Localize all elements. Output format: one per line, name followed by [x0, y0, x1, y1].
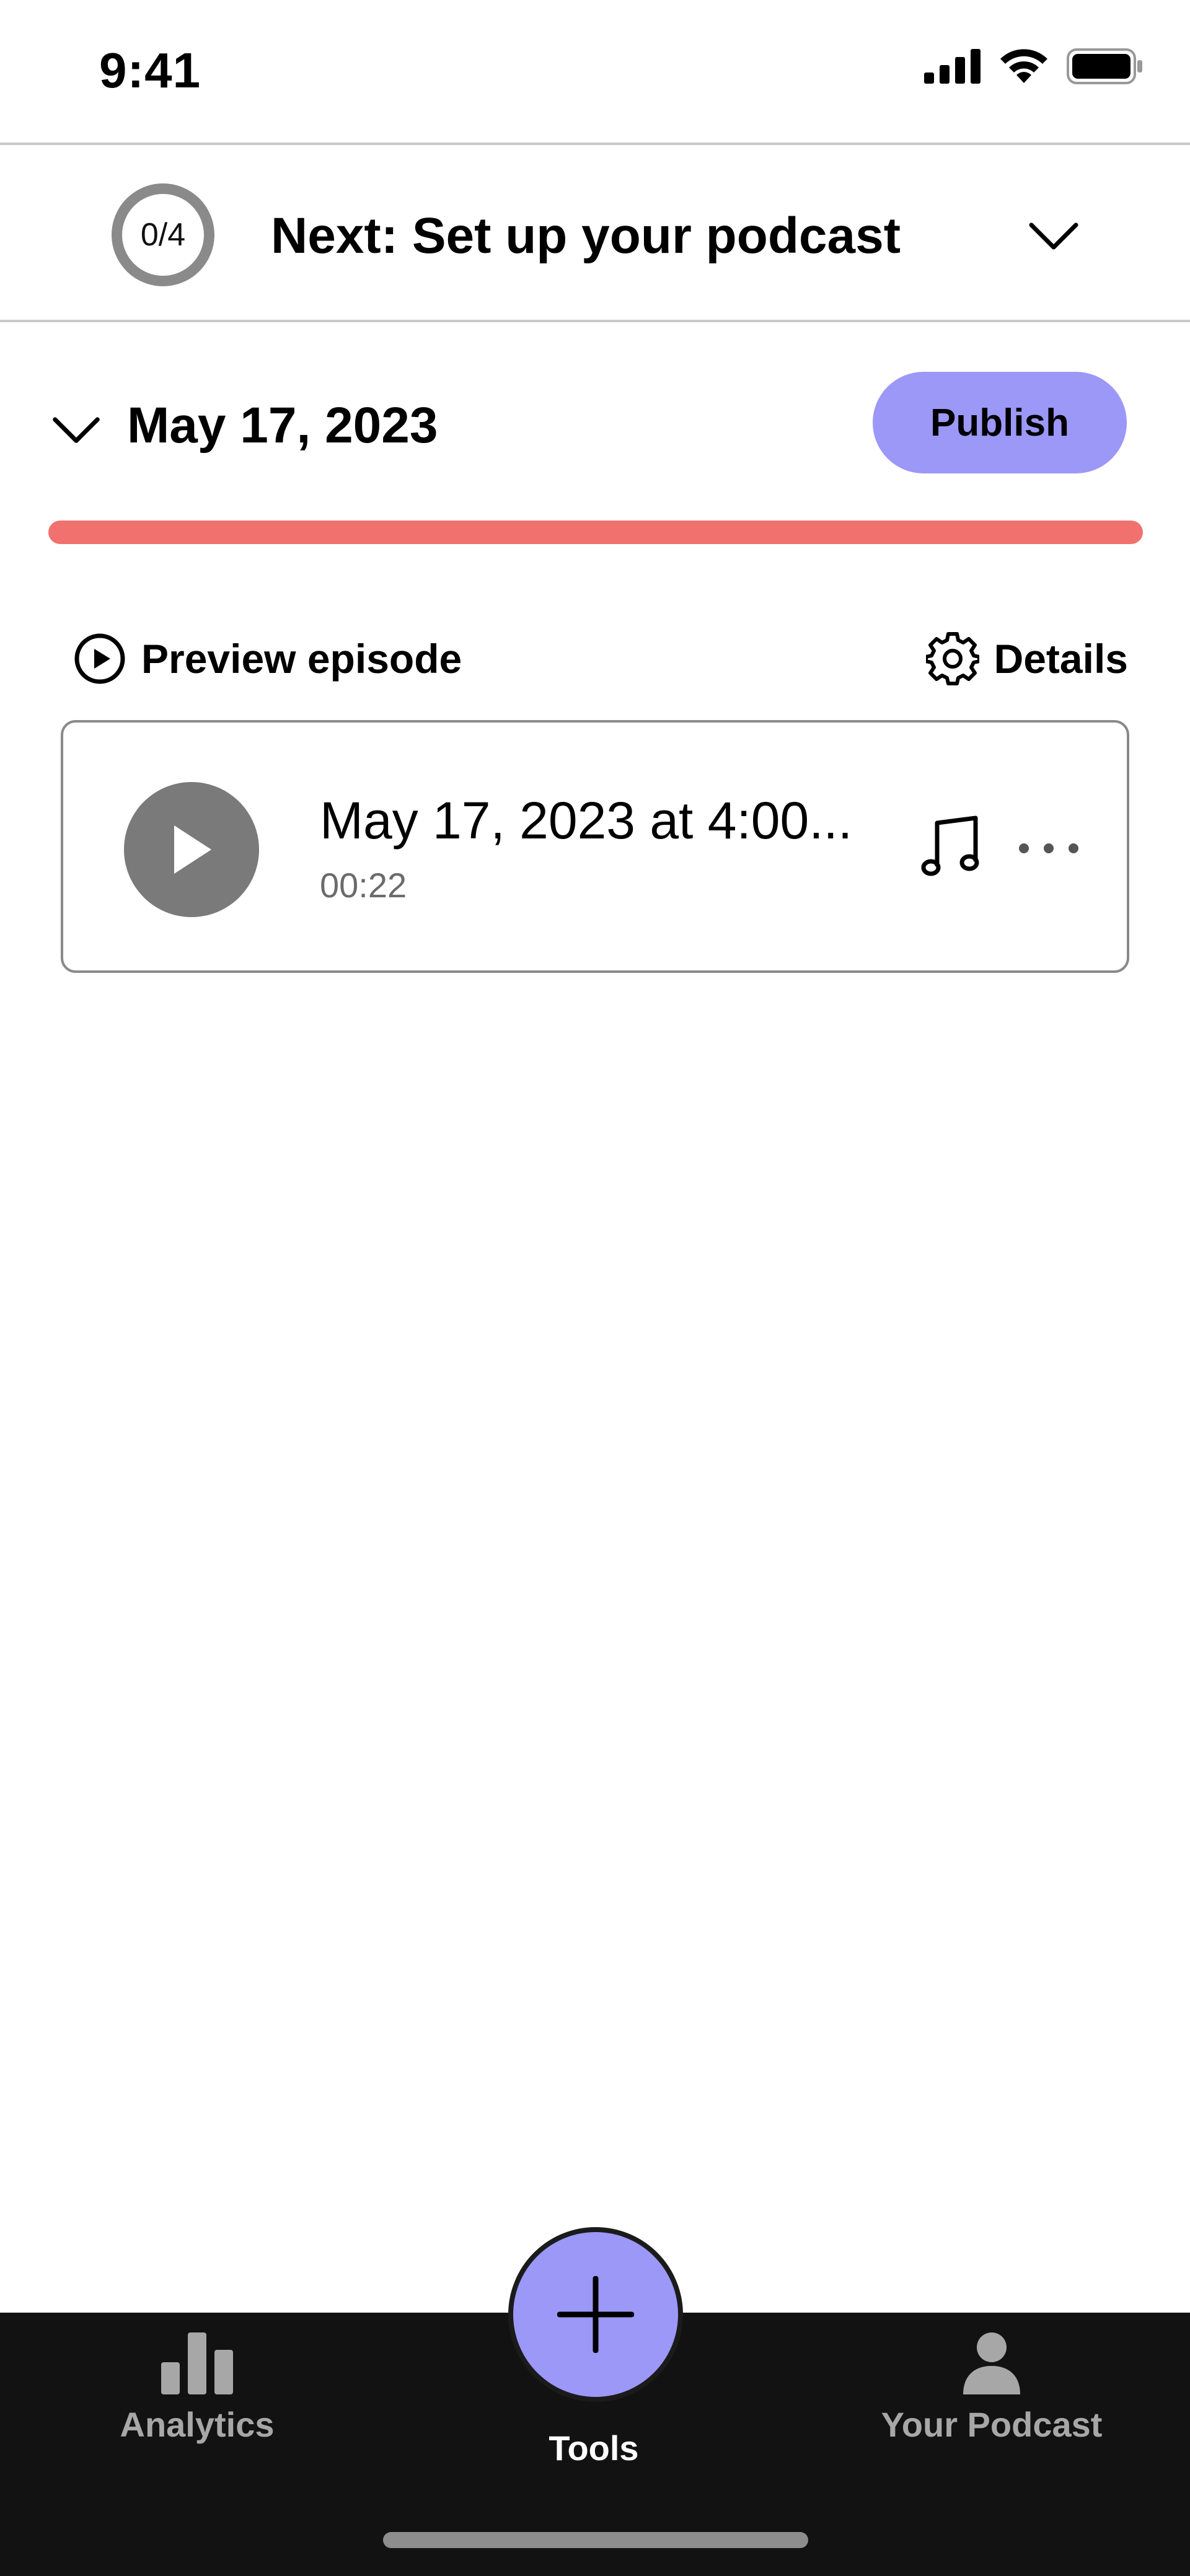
tab-your-podcast[interactable]: Your Podcast: [843, 2331, 1140, 2486]
plus-icon: [557, 2276, 634, 2353]
status-time: 9:41: [99, 43, 201, 98]
episode-header: May 17, 2023 Publish: [0, 322, 1190, 527]
status-bar: 9:41: [0, 0, 1190, 143]
bar-chart-icon: [161, 2332, 233, 2394]
chevron-down-icon[interactable]: [1023, 204, 1085, 266]
tab-analytics[interactable]: Analytics: [48, 2331, 346, 2486]
play-icon: [174, 825, 211, 874]
tab-analytics-label: Analytics: [120, 2405, 275, 2444]
wifi-icon: [1000, 49, 1047, 83]
details-label: Details: [994, 636, 1128, 682]
home-indicator: [383, 2532, 808, 2548]
segment-title: May 17, 2023 at 4:00...: [320, 791, 853, 850]
segment-duration: 00:22: [320, 866, 407, 905]
setup-progress-ring: 0/4: [112, 183, 214, 286]
collapse-chevron-icon[interactable]: [48, 403, 104, 459]
next-step-label: Next: Set up your podcast: [271, 208, 901, 264]
preview-episode-label: Preview episode: [141, 636, 462, 682]
episode-actions-row: Preview episode Details: [0, 613, 1190, 700]
play-circle-icon: [74, 633, 125, 684]
audio-segment-card[interactable]: May 17, 2023 at 4:00... 00:22: [61, 720, 1129, 973]
battery-icon: [1067, 48, 1142, 84]
details-button[interactable]: Details: [925, 632, 1128, 685]
tab-your-podcast-label: Your Podcast: [881, 2405, 1103, 2444]
tab-tools-label: Tools: [549, 2429, 639, 2468]
tab-tools[interactable]: Tools: [445, 2418, 743, 2573]
preview-episode-button[interactable]: Preview episode: [73, 632, 462, 685]
play-button[interactable]: [124, 782, 259, 917]
next-step-banner[interactable]: 0/4 Next: Set up your podcast: [0, 143, 1190, 322]
status-icons: [924, 48, 1144, 84]
setup-progress-text: 0/4: [140, 217, 186, 253]
add-button[interactable]: [508, 2227, 683, 2402]
music-note-icon[interactable]: [919, 814, 987, 882]
publish-button[interactable]: Publish: [873, 372, 1127, 473]
signal-icon: [924, 49, 981, 84]
podcast-episode-screen: 9:41 0/4 Next: Set up your podcast May 1…: [0, 0, 1190, 2576]
episode-date: May 17, 2023: [127, 397, 438, 454]
gear-icon: [925, 632, 979, 685]
person-icon: [963, 2332, 1020, 2394]
episode-progress-bar: [48, 521, 1143, 544]
more-icon[interactable]: [1011, 820, 1086, 876]
